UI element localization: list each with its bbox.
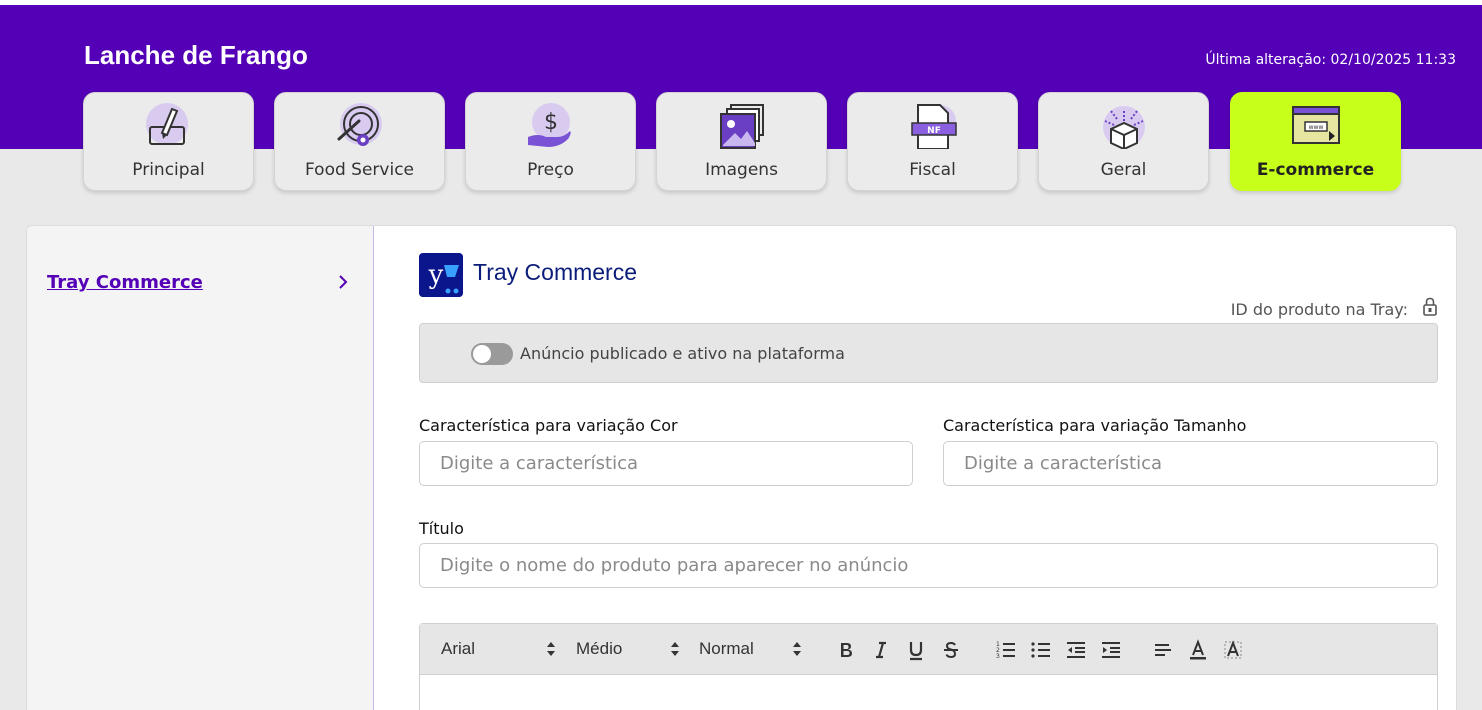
svg-text:www: www (1308, 124, 1323, 131)
nf-document-icon: NF (910, 104, 957, 149)
tab-e-commerce[interactable]: www E-commerce (1230, 92, 1401, 191)
tray-logo-icon: y (419, 253, 463, 297)
images-icon (719, 104, 764, 149)
tab-geral[interactable]: Geral (1038, 92, 1209, 191)
svg-text:y: y (428, 260, 444, 290)
italic-button[interactable] (869, 638, 893, 662)
ordered-list-icon: 123 (996, 641, 1015, 660)
bullet-list-button[interactable] (1029, 638, 1053, 662)
bold-button[interactable] (834, 638, 858, 662)
outdent-icon (1067, 642, 1085, 658)
svg-text:NF: NF (927, 126, 941, 136)
cor-label: Característica para variação Cor (419, 416, 678, 435)
text-color-button[interactable] (1186, 638, 1210, 662)
font-family-select[interactable]: Arial (441, 639, 559, 659)
sidebar-item-tray-commerce[interactable]: Tray Commerce (47, 272, 203, 293)
publish-toggle-box: Anúncio publicado e ativo na plataforma (419, 323, 1438, 383)
chevron-right-icon[interactable] (335, 274, 351, 290)
cor-input[interactable] (419, 441, 913, 486)
tab-label: E-commerce (1256, 160, 1375, 180)
bold-icon (841, 643, 852, 657)
tab-label: Preço (527, 160, 574, 180)
background-color-button[interactable] (1221, 638, 1245, 662)
toggle-knob (473, 345, 491, 363)
tab-label: Geral (1100, 160, 1147, 180)
tab-principal[interactable]: Principal (83, 92, 254, 191)
tamanho-label: Característica para variação Tamanho (943, 416, 1247, 435)
tab-food-service[interactable]: Food Service (274, 92, 445, 191)
pencil-edit-icon (145, 103, 188, 145)
font-size-select[interactable]: Médio (576, 639, 681, 659)
ordered-list-button[interactable]: 123 (994, 638, 1018, 662)
svg-text:$: $ (544, 110, 558, 135)
tamanho-input[interactable] (943, 441, 1438, 486)
strikethrough-button[interactable] (939, 638, 963, 662)
titulo-input[interactable] (419, 543, 1438, 588)
italic-icon (876, 641, 886, 659)
bullet-list-icon (1031, 642, 1050, 658)
tab-label: Food Service (305, 160, 414, 180)
outdent-button[interactable] (1064, 638, 1088, 662)
tray-commerce-form: y Tray Commerce ID do produto na Tray: A… (419, 226, 1438, 710)
tab-preco[interactable]: $ Preço (465, 92, 636, 191)
indent-button[interactable] (1099, 638, 1123, 662)
titulo-label: Título (419, 519, 464, 538)
product-id-label: ID do produto na Tray: (1230, 300, 1408, 319)
font-size-value: Médio (576, 639, 623, 658)
publish-toggle-label: Anúncio publicado e ativo na plataforma (520, 344, 845, 363)
text-style-value: Normal (699, 639, 754, 658)
text-style-select[interactable]: Normal (699, 639, 804, 659)
page-title: Lanche de Frango (84, 40, 308, 70)
align-left-icon (1155, 644, 1171, 656)
svg-text:3: 3 (996, 653, 1000, 660)
lock-icon (1423, 297, 1437, 316)
publish-toggle[interactable] (471, 343, 513, 365)
underline-button[interactable] (904, 638, 928, 662)
last-change-text: Última alteração: 02/10/2025 11:33 (1205, 52, 1456, 68)
sidebar: Tray Commerce (27, 226, 374, 710)
select-arrows-icon (793, 642, 801, 656)
background-color-icon (1224, 640, 1242, 659)
tab-label: Principal (132, 160, 205, 180)
section-title: Tray Commerce (473, 259, 637, 285)
rich-text-editor: Arial Médio Normal 1 2 3 (419, 623, 1438, 710)
select-arrows-icon (547, 642, 555, 656)
font-family-value: Arial (441, 639, 476, 658)
plate-cutlery-gear-icon (337, 103, 382, 146)
select-arrows-icon (671, 642, 679, 656)
content-panel: Tray Commerce y Tray Commerce ID do prod… (26, 225, 1457, 710)
tab-label: Fiscal (909, 160, 956, 180)
tab-imagens[interactable]: Imagens (656, 92, 827, 191)
tab-fiscal[interactable]: NF Fiscal (847, 92, 1018, 191)
underline-icon (909, 642, 923, 661)
box-sparkle-icon (1102, 106, 1145, 149)
tab-label: Imagens (705, 160, 778, 180)
editor-toolbar: Arial Médio Normal 1 2 3 (420, 624, 1437, 675)
dollar-hand-icon: $ (527, 103, 571, 147)
indent-icon (1102, 642, 1120, 658)
web-browser-icon: www (1291, 106, 1340, 144)
strikethrough-icon (944, 641, 958, 659)
text-color-icon (1190, 639, 1206, 660)
align-button[interactable] (1151, 638, 1175, 662)
